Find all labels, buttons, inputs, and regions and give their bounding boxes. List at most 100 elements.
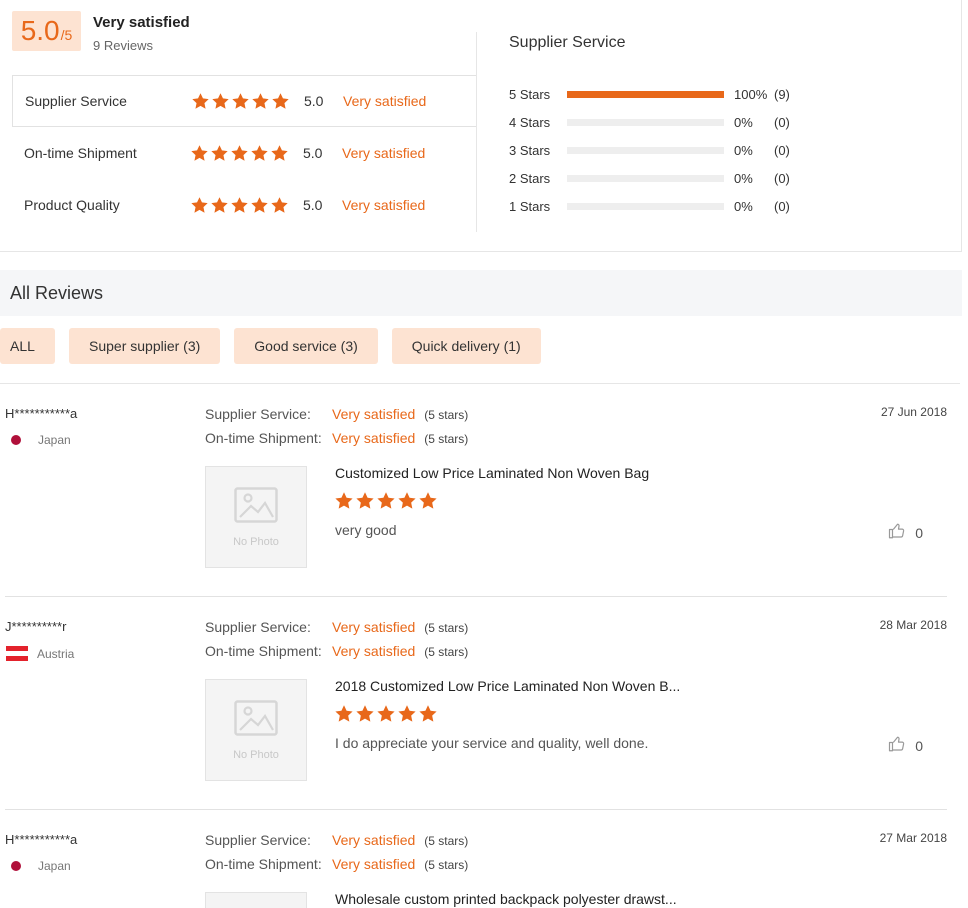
- product-title-link[interactable]: 2018 Customized Low Price Laminated Non …: [335, 678, 680, 694]
- distribution-percent: 0%: [734, 114, 753, 130]
- rating-stars: [190, 196, 289, 215]
- rating-line-text: Very satisfied: [332, 406, 416, 422]
- distribution-percent: 100%: [734, 86, 768, 102]
- rating-line-name: Supplier Service:: [205, 406, 311, 422]
- product-rating-stars: [334, 491, 438, 511]
- rating-row-supplier-service[interactable]: Supplier Service 5.0 Very satisfied: [12, 75, 477, 127]
- rating-line-stars: (5 stars): [424, 621, 469, 635]
- star-icon: [211, 144, 228, 161]
- distribution-count: (0): [774, 198, 790, 214]
- review-date: 27 Jun 2018: [880, 405, 947, 419]
- rating-line-text: Very satisfied: [332, 430, 416, 446]
- distribution-label: 1 Stars: [509, 198, 551, 214]
- rating-name: Product Quality: [24, 197, 120, 213]
- rating-line-stars: (5 stars): [424, 408, 469, 422]
- star-icon: [191, 144, 208, 161]
- summary-divider: [476, 32, 477, 232]
- product-photo-placeholder[interactable]: No Photo: [205, 466, 307, 568]
- distribution-label: 2 Stars: [509, 170, 551, 186]
- rating-line-name: On-time Shipment:: [205, 430, 322, 446]
- rating-categories: Supplier Service 5.0 Very satisfied On-t…: [12, 75, 477, 231]
- rating-score: 5.0: [304, 93, 324, 109]
- country-name: Japan: [38, 433, 71, 447]
- overall-label: Very satisfied: [93, 14, 190, 31]
- review-item: H***********a Japan Supplier Service: Ve…: [0, 384, 948, 597]
- review-date: 28 Mar 2018: [879, 618, 947, 632]
- rating-line-name: Supplier Service:: [205, 832, 311, 848]
- review-rating-line: On-time Shipment: Very satisfied (5 star…: [205, 856, 468, 880]
- star-icon: [272, 92, 289, 109]
- distribution-percent: 0%: [734, 198, 753, 214]
- image-placeholder-icon: [234, 699, 278, 741]
- product-title-link[interactable]: Wholesale custom printed backpack polyes…: [335, 891, 677, 907]
- review-filters: ALL Super supplier (3) Good service (3) …: [0, 328, 541, 364]
- like-button[interactable]: 0: [888, 522, 923, 543]
- distribution-count: (0): [774, 170, 790, 186]
- all-reviews-header: All Reviews: [0, 270, 962, 316]
- distribution-percent: 0%: [734, 170, 753, 186]
- review-rating-line: Supplier Service: Very satisfied (5 star…: [205, 832, 468, 856]
- rating-name: On-time Shipment: [24, 145, 137, 161]
- distribution-row: 1 Stars 0% (0): [509, 192, 949, 220]
- product-photo-placeholder[interactable]: No Photo: [205, 679, 307, 781]
- star-icon: [356, 705, 374, 722]
- rating-score: 5.0: [303, 197, 323, 213]
- star-icon: [252, 92, 269, 109]
- rating-line-stars: (5 stars): [424, 645, 469, 659]
- distribution-bar: [567, 118, 724, 126]
- rating-row-on-time-shipment[interactable]: On-time Shipment 5.0 Very satisfied: [12, 127, 477, 179]
- star-icon: [377, 705, 395, 722]
- star-icon: [251, 196, 268, 213]
- product-photo-placeholder[interactable]: [205, 892, 307, 908]
- no-photo-label: No Photo: [233, 748, 279, 761]
- rating-score: 5.0: [303, 145, 323, 161]
- star-icon: [191, 196, 208, 213]
- distribution-row: 4 Stars 0% (0): [509, 108, 949, 136]
- like-count: 0: [915, 524, 923, 541]
- distribution-bar-fill: [567, 90, 724, 98]
- star-icon: [251, 144, 268, 161]
- distribution-row: 3 Stars 0% (0): [509, 136, 949, 164]
- review-rating-line: Supplier Service: Very satisfied (5 star…: [205, 619, 468, 643]
- rating-line-name: On-time Shipment:: [205, 856, 322, 872]
- product-title-link[interactable]: Customized Low Price Laminated Non Woven…: [335, 465, 649, 481]
- distribution-label: 5 Stars: [509, 86, 551, 102]
- rating-line-name: Supplier Service:: [205, 619, 311, 635]
- star-icon: [398, 705, 416, 722]
- rating-line-text: Very satisfied: [332, 619, 416, 635]
- like-button[interactable]: 0: [888, 735, 923, 756]
- review-rating-line: Supplier Service: Very satisfied (5 star…: [205, 406, 468, 430]
- rating-row-product-quality[interactable]: Product Quality 5.0 Very satisfied: [12, 179, 477, 231]
- filter-super-supplier-button[interactable]: Super supplier (3): [69, 328, 221, 364]
- country-name: Japan: [38, 859, 71, 873]
- star-icon: [356, 492, 374, 509]
- rating-line-text: Very satisfied: [332, 643, 416, 659]
- rating-line-stars: (5 stars): [424, 834, 469, 848]
- review-item: H***********a Japan Supplier Service: Ve…: [0, 810, 948, 908]
- review-count: 9 Reviews: [93, 38, 153, 53]
- like-count: 0: [915, 737, 923, 754]
- no-photo-label: No Photo: [233, 535, 279, 548]
- star-icon: [335, 492, 353, 509]
- distribution-bar: [567, 146, 724, 154]
- distribution-bar: [567, 90, 724, 98]
- japan-flag-icon: [11, 861, 21, 871]
- review-item: J**********r Austria Supplier Service: V…: [0, 597, 948, 810]
- rating-summary: 5.0 /5 Very satisfied 9 Reviews Supplier…: [0, 0, 962, 252]
- filter-good-service-button[interactable]: Good service (3): [234, 328, 378, 364]
- filter-all-button[interactable]: ALL: [0, 328, 55, 364]
- austria-flag-icon: [6, 646, 28, 661]
- filter-quick-delivery-button[interactable]: Quick delivery (1): [391, 328, 541, 364]
- distribution-title: Supplier Service: [509, 34, 626, 51]
- buyer-name: H***********a: [5, 832, 78, 847]
- image-placeholder-icon: [234, 486, 278, 528]
- review-comment: I do appreciate your service and quality…: [335, 735, 649, 751]
- rating-line-stars: (5 stars): [424, 858, 469, 872]
- rating-text: Very satisfied: [343, 93, 427, 109]
- overall-score-badge: 5.0 /5: [12, 11, 81, 51]
- star-icon: [231, 196, 248, 213]
- rating-line-name: On-time Shipment:: [205, 643, 322, 659]
- review-ratings: Supplier Service: Very satisfied (5 star…: [205, 406, 468, 454]
- distribution-label: 4 Stars: [509, 114, 551, 130]
- distribution-bar: [567, 174, 724, 182]
